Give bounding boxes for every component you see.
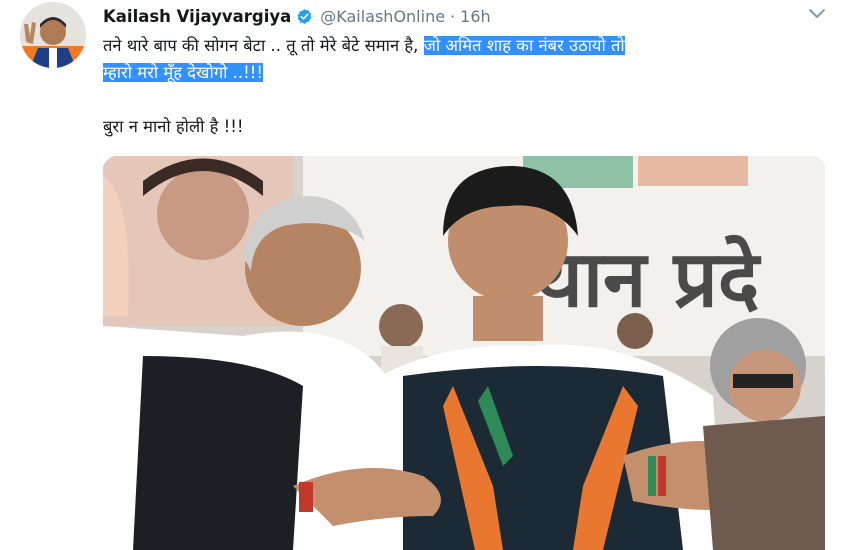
separator-dot: ·: [450, 6, 456, 26]
tweet-text-plain: तने थारे बाप की सोगन बेटा .. तू तो मेरे …: [103, 36, 419, 55]
tweet-text: तने थारे बाप की सोगन बेटा .. तू तो मेरे …: [103, 32, 823, 86]
tweet-text-highlighted-1: जो अमित शाह का नंबर उठायो तो: [423, 36, 625, 55]
author-name[interactable]: Kailash Vijayvargiya: [103, 7, 291, 26]
tweet-photo[interactable]: थान प्रदे: [103, 156, 825, 550]
tweet-header: Kailash Vijayvargiya @KailashOnline · 16…: [103, 4, 491, 28]
tweet-timestamp[interactable]: 16h: [460, 7, 491, 26]
verified-badge-icon: [296, 8, 313, 25]
tweet-text-highlighted-2: म्हारो मरो मूँह देखोगो ..!!!: [103, 63, 263, 82]
author-avatar[interactable]: [20, 2, 86, 68]
tweet-text-line: बुरा न मानो होली है !!!: [103, 117, 244, 136]
author-handle[interactable]: @KailashOnline: [320, 7, 445, 26]
chevron-down-icon[interactable]: [808, 6, 826, 20]
tweet-card[interactable]: Kailash Vijayvargiya @KailashOnline · 16…: [0, 0, 850, 550]
